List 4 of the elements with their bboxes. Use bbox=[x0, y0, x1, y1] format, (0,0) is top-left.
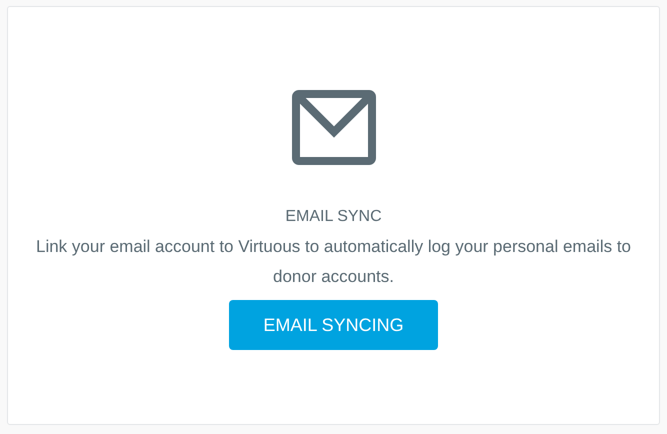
card-description: Link your email account to Virtuous to automatically log your personal emails to donor accounts. bbox=[35, 236, 632, 288]
card-title: EMAIL SYNC bbox=[285, 207, 382, 227]
envelope-icon bbox=[292, 90, 376, 165]
email-syncing-button[interactable]: EMAIL SYNCING bbox=[229, 300, 438, 350]
